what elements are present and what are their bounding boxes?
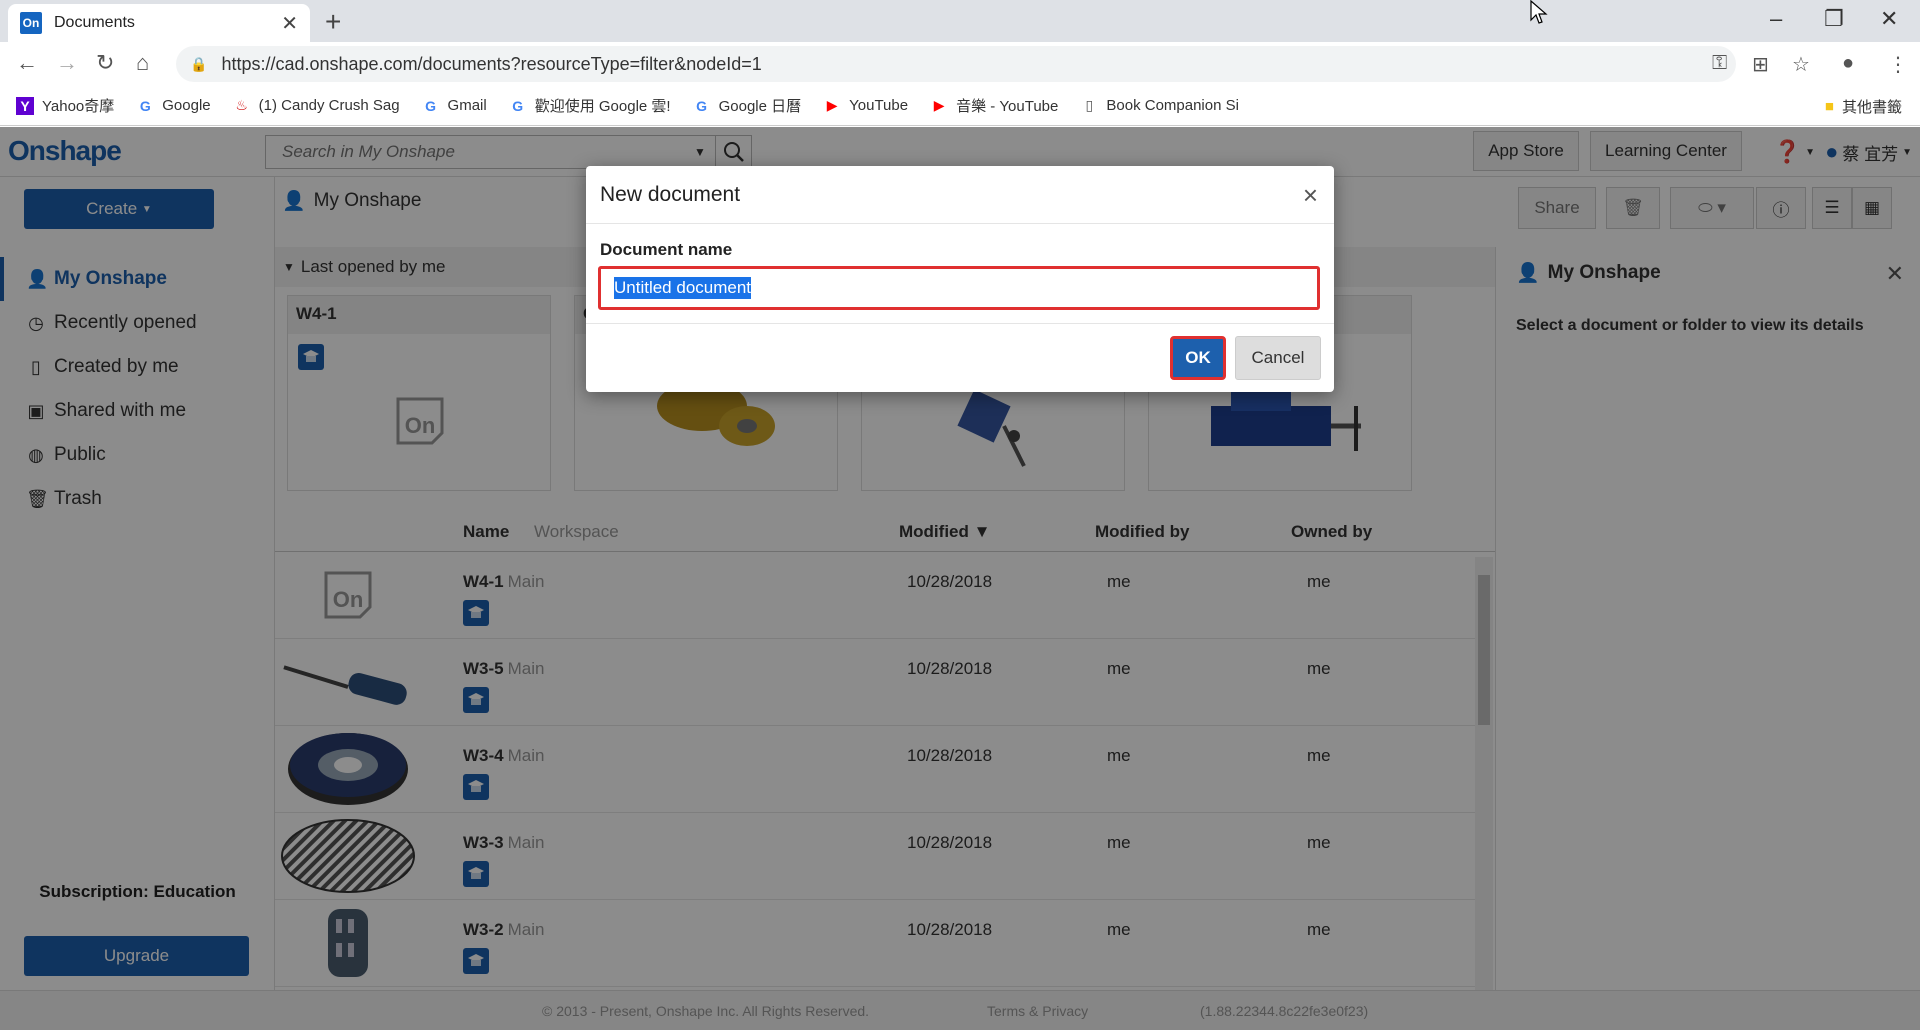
bookmarks-bar: Y Yahoo奇摩 G Google ♨ (1) Candy Crush Sag GG…: [0, 86, 1920, 126]
reload-icon[interactable]: ↻: [96, 50, 114, 76]
restore-icon[interactable]: ❐: [1824, 6, 1844, 32]
home-icon[interactable]: ⌂: [136, 50, 149, 76]
translate-icon[interactable]: ⊞: [1752, 52, 1769, 77]
document-name-input[interactable]: Untitled document: [598, 266, 1320, 310]
cancel-button[interactable]: Cancel: [1235, 336, 1321, 380]
mouse-cursor-icon: [1530, 0, 1548, 24]
document-name-value: Untitled document: [614, 277, 752, 299]
yahoo-icon: Y: [16, 96, 34, 115]
document-name-label: Document name: [600, 240, 733, 259]
youtube-icon: ▶: [933, 97, 945, 113]
candy-crush-icon: ♨: [235, 97, 248, 113]
bookmark-book-companion[interactable]: ▯ Book Companion Si: [1080, 97, 1239, 115]
youtube-icon: ▶: [826, 97, 838, 113]
browser-tab[interactable]: On Documents ✕: [8, 4, 310, 42]
window-close-icon[interactable]: ✕: [1880, 6, 1898, 32]
bookmark-google-calendar[interactable]: G Google 日曆: [693, 95, 801, 116]
dialog-close-icon[interactable]: ×: [1303, 180, 1318, 211]
minimize-icon[interactable]: –: [1770, 6, 1782, 32]
browser-toolbar: ← → ↻ ⌂ 🔒 https://cad.onshape.com/docume…: [0, 42, 1920, 86]
google-icon: G: [696, 97, 708, 114]
bookmark-youtube-music[interactable]: ▶ 音樂 - YouTube: [930, 95, 1059, 116]
key-icon[interactable]: ⚿: [1712, 52, 1727, 75]
browser-tabstrip: On Documents ✕ + – ❐ ✕: [0, 0, 1920, 42]
bookmark-yahoo[interactable]: Y Yahoo奇摩: [16, 95, 114, 116]
google-icon: G: [512, 97, 524, 114]
bookmark-google[interactable]: G Google: [136, 97, 211, 115]
tab-title: Documents: [54, 14, 135, 31]
dialog-title: New document: [600, 182, 741, 206]
star-icon[interactable]: ☆: [1792, 52, 1810, 77]
google-icon: G: [139, 97, 151, 114]
folder-icon: ■: [1824, 98, 1834, 115]
other-bookmarks[interactable]: ■ 其他書籤: [1825, 96, 1902, 117]
tab-close-icon[interactable]: ✕: [281, 11, 298, 36]
back-icon[interactable]: ←: [16, 50, 38, 76]
google-icon: G: [425, 97, 436, 114]
dialog-divider: [586, 323, 1334, 324]
new-tab-icon[interactable]: +: [325, 6, 341, 38]
profile-icon[interactable]: ●: [1842, 52, 1854, 75]
url-text: https://cad.onshape.com/documents?resour…: [221, 53, 762, 74]
bookmark-gmail[interactable]: G Gmail: [422, 97, 487, 115]
lock-icon: 🔒: [190, 55, 208, 72]
menu-icon[interactable]: ⋮: [1888, 52, 1908, 77]
ok-button[interactable]: OK: [1170, 336, 1226, 380]
new-document-dialog: New document × Document name Untitled do…: [586, 166, 1334, 392]
bookmark-youtube[interactable]: ▶ YouTube: [823, 97, 908, 115]
forward-icon[interactable]: →: [56, 50, 78, 76]
address-bar[interactable]: 🔒 https://cad.onshape.com/documents?reso…: [176, 46, 1736, 82]
page-icon: ▯: [1085, 97, 1094, 113]
bookmark-candy-crush[interactable]: ♨ (1) Candy Crush Sag: [233, 97, 399, 115]
bookmark-google-cloud[interactable]: G 歡迎使用 Google 雲!: [509, 95, 670, 116]
dialog-header: New document ×: [586, 166, 1334, 224]
onshape-favicon-icon: On: [20, 12, 42, 34]
